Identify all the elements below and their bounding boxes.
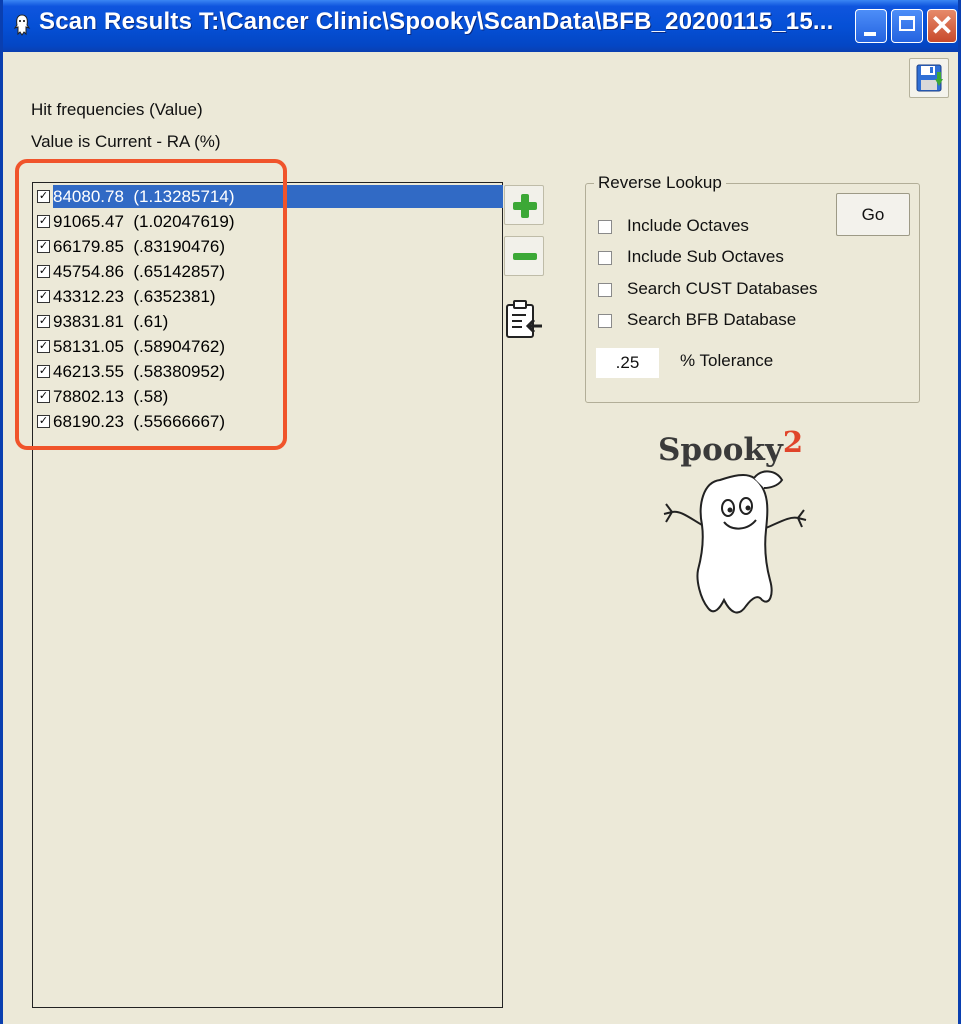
reverse-lookup-title: Reverse Lookup — [594, 173, 726, 193]
scan-results-window: Scan Results T:\Cancer Clinic\Spooky\Sca… — [0, 0, 961, 1024]
checkbox[interactable] — [598, 283, 612, 297]
add-button[interactable] — [504, 185, 544, 225]
checkbox[interactable] — [598, 220, 612, 234]
minimize-icon — [864, 32, 876, 36]
option-label: Search BFB Database — [627, 310, 797, 329]
highlight-box — [15, 159, 287, 450]
checkbox[interactable] — [598, 314, 612, 328]
title-bar[interactable]: Scan Results T:\Cancer Clinic\Spooky\Sca… — [3, 0, 958, 52]
option-label: Search CUST Databases — [627, 279, 818, 298]
value-description-label: Value is Current - RA (%) — [31, 132, 221, 151]
paste-button[interactable] — [504, 299, 544, 339]
window-title: Scan Results T:\Cancer Clinic\Spooky\Sca… — [39, 8, 834, 35]
spooky2-logo: Spooky2 — [658, 425, 818, 620]
close-icon: ✕ — [930, 10, 954, 41]
app-ghost-icon — [13, 14, 31, 36]
minimize-button[interactable] — [855, 9, 887, 43]
close-button[interactable]: ✕ — [927, 9, 957, 43]
maximize-button[interactable] — [891, 9, 923, 43]
option-label: Include Sub Octaves — [627, 247, 784, 266]
save-button[interactable] — [909, 58, 949, 98]
clipboard-paste-icon — [506, 300, 542, 338]
hit-frequencies-label: Hit frequencies (Value) — [31, 100, 203, 119]
checkbox[interactable] — [598, 251, 612, 265]
tolerance-input[interactable]: .25 — [596, 348, 659, 378]
maximize-icon — [899, 16, 915, 31]
go-button[interactable]: Go — [836, 193, 910, 236]
tolerance-label: % Tolerance — [680, 351, 774, 370]
option-label: Include Octaves — [627, 216, 749, 235]
remove-button[interactable] — [504, 236, 544, 276]
ghost-mascot-icon — [663, 470, 807, 614]
save-floppy-icon — [916, 64, 943, 92]
